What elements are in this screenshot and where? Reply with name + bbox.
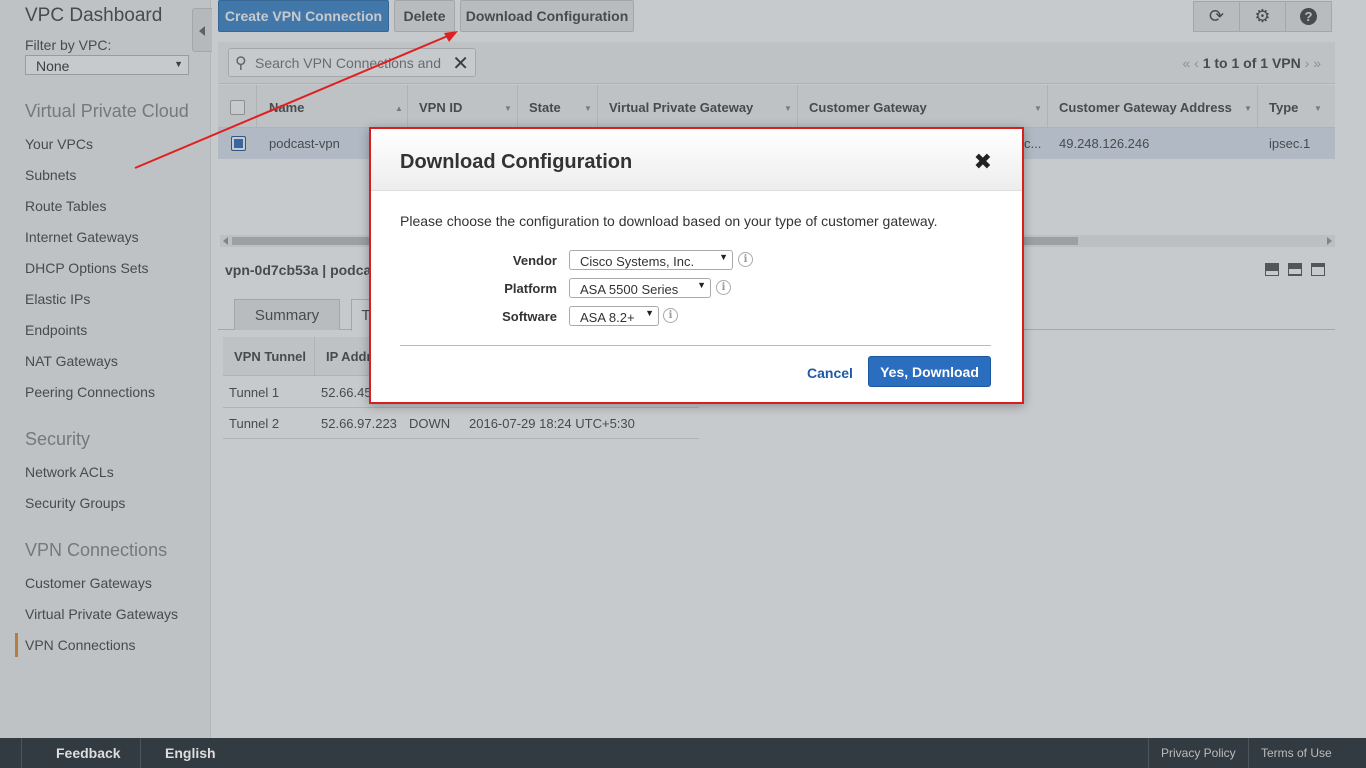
close-icon[interactable]: ✖ — [974, 149, 992, 175]
info-icon[interactable]: i — [663, 308, 678, 323]
dialog-description: Please choose the configuration to downl… — [400, 213, 938, 229]
vendor-select[interactable]: Cisco Systems, Inc. ▼ — [569, 250, 733, 270]
platform-label: Platform — [504, 281, 557, 296]
dialog-header: Download Configuration ✖ — [371, 129, 1022, 191]
info-icon[interactable]: i — [716, 280, 731, 295]
software-value: ASA 8.2+ — [580, 310, 635, 325]
download-configuration-dialog: Download Configuration ✖ Please choose t… — [369, 127, 1024, 404]
chevron-down-icon: ▼ — [719, 252, 728, 262]
chevron-down-icon: ▼ — [645, 308, 654, 318]
dialog-divider — [400, 345, 991, 346]
terms-of-use-link[interactable]: Terms of Use — [1261, 746, 1332, 760]
feedback-link[interactable]: Feedback — [56, 745, 121, 761]
yes-download-button[interactable]: Yes, Download — [868, 356, 991, 387]
platform-select[interactable]: ASA 5500 Series ▼ — [569, 278, 711, 298]
privacy-policy-link[interactable]: Privacy Policy — [1161, 746, 1236, 760]
footer: Feedback English Privacy Policy Terms of… — [0, 738, 1366, 768]
language-selector[interactable]: English — [165, 745, 216, 761]
software-label: Software — [502, 309, 557, 324]
info-icon[interactable]: i — [738, 252, 753, 267]
cancel-button[interactable]: Cancel — [807, 365, 853, 381]
software-select[interactable]: ASA 8.2+ ▼ — [569, 306, 659, 326]
platform-value: ASA 5500 Series — [580, 282, 679, 297]
dialog-title: Download Configuration — [400, 151, 633, 173]
vendor-label: Vendor — [512, 253, 557, 268]
vendor-value: Cisco Systems, Inc. — [580, 254, 695, 269]
chevron-down-icon: ▼ — [697, 280, 706, 290]
